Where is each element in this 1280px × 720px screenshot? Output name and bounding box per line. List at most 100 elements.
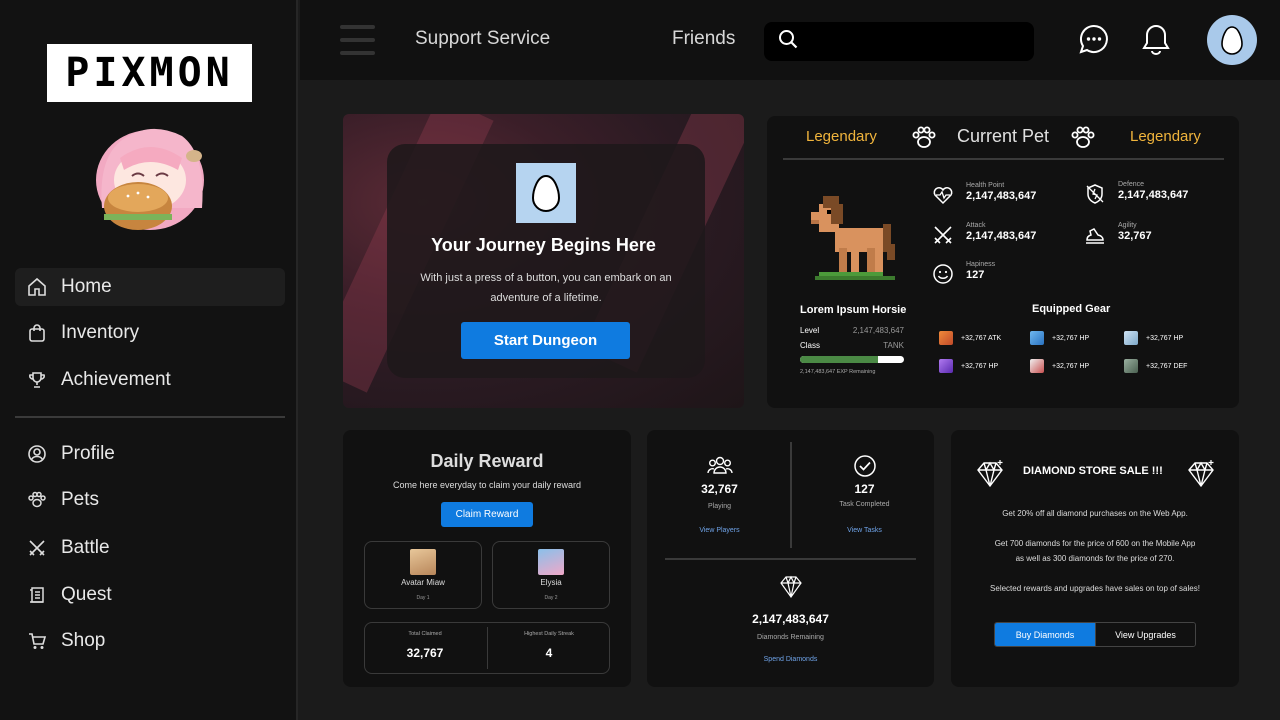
app-logo[interactable]: PIXMON — [47, 44, 252, 102]
sidebar-item-label: Profile — [61, 443, 115, 464]
sidebar-item-quest[interactable]: Quest — [15, 576, 285, 614]
sidebar-item-inventory[interactable]: Inventory — [15, 314, 285, 352]
stat-value: 2,147,483,647 — [1118, 189, 1189, 201]
exp-progress-bar — [800, 356, 904, 363]
gear-bonus: +32,767 DEF — [1146, 362, 1188, 370]
egg-icon — [531, 174, 561, 212]
streak-label: Highest Daily Streak — [524, 631, 574, 637]
bag-icon — [27, 323, 47, 343]
trophy-icon — [27, 370, 47, 390]
gear-item[interactable]: +32,767 HP — [1124, 331, 1183, 345]
search-input[interactable] — [808, 33, 1028, 50]
stat-label: Health Point — [966, 182, 1005, 189]
level-label: Level — [800, 326, 820, 335]
view-players-link[interactable]: View Players — [647, 527, 792, 534]
stat-value: 2,147,483,647 — [966, 190, 1037, 202]
store-button-group: Buy Diamonds View Upgrades — [994, 622, 1196, 647]
sidebar-item-label: Quest — [61, 584, 112, 605]
current-pet-title: Current Pet — [957, 126, 1050, 146]
spend-diamonds-link[interactable]: Spend Diamonds — [647, 656, 934, 663]
armor-icon — [1030, 331, 1044, 345]
sidebar-item-profile[interactable]: Profile — [15, 435, 285, 473]
pet-name: Lorem Ipsum Horsie — [800, 304, 907, 316]
reward-name: Avatar Miaw — [401, 578, 445, 587]
store-line: as well as 300 diamonds for the price of… — [1015, 554, 1175, 563]
stat-label: Hapiness — [966, 261, 996, 268]
user-avatar[interactable] — [1207, 15, 1257, 65]
reward-day-2[interactable]: Elysia Day 2 — [492, 541, 610, 609]
sidebar-item-label: Home — [61, 276, 112, 297]
stat-label: Defence — [1118, 181, 1145, 188]
staff-icon — [939, 331, 953, 345]
dagger-icon — [939, 359, 953, 373]
cat-avatar-image — [410, 549, 436, 575]
rarity-label: Legendary — [806, 128, 877, 145]
friends-link[interactable]: Friends — [672, 28, 735, 50]
egg-avatar-icon — [1221, 26, 1243, 55]
reward-totals: Total Claimed 32,767 Highest Daily Strea… — [364, 622, 610, 674]
chat-icon[interactable] — [1077, 22, 1111, 56]
sidebar-divider — [15, 416, 285, 418]
class-label: Class — [800, 341, 821, 350]
paw-icon — [1071, 126, 1095, 148]
buy-diamonds-button[interactable]: Buy Diamonds — [995, 623, 1095, 646]
paw-icon — [27, 490, 47, 510]
stat-label: Agility — [1118, 222, 1137, 229]
hero-card: Your Journey Begins Here With just a pre… — [343, 114, 744, 408]
sidebar-item-label: Shop — [61, 630, 106, 651]
sidebar-item-home[interactable]: Home — [15, 268, 285, 306]
gear-bonus: +32,767 HP — [1052, 362, 1090, 370]
sidebar: PIXMON Home Inventory Achievement Profil… — [0, 0, 298, 720]
totals-divider — [487, 627, 488, 669]
home-icon — [27, 277, 47, 297]
view-tasks-link[interactable]: View Tasks — [792, 527, 937, 534]
hero-title: Your Journey Begins Here — [431, 235, 656, 255]
sidebar-item-pets[interactable]: Pets — [15, 481, 285, 519]
start-dungeon-button[interactable]: Start Dungeon — [461, 322, 630, 359]
pet-horse-sprite — [811, 196, 895, 280]
reward-day: Day 2 — [544, 595, 558, 601]
gear-bonus: +32,767 HP — [1146, 334, 1184, 342]
search-bar[interactable] — [764, 22, 1034, 61]
running-shoe-icon — [1086, 228, 1104, 244]
paw-icon — [912, 126, 936, 148]
diamond-icon — [780, 575, 802, 599]
cart-icon — [27, 631, 47, 651]
tasks-label: Task Completed — [839, 501, 890, 508]
menu-icon[interactable] — [340, 25, 375, 55]
store-line: Get 700 diamonds for the price of 600 on… — [994, 539, 1196, 548]
shield-broken-icon — [1086, 184, 1104, 204]
swords-icon — [27, 538, 47, 558]
stat-value: 2,147,483,647 — [966, 230, 1037, 242]
stat-attack: Attack 2,147,483,647 — [932, 222, 1036, 246]
gear-bonus: +32,767 ATK — [961, 334, 1002, 342]
sidebar-item-label: Inventory — [61, 322, 140, 343]
group-icon — [707, 456, 733, 474]
sidebar-item-label: Battle — [61, 537, 110, 558]
bell-icon[interactable] — [1139, 22, 1173, 56]
hero-description: With just a press of a button, you can e… — [420, 272, 672, 304]
exp-progress-fill — [800, 356, 878, 363]
gear-item[interactable]: +32,767 HP — [1030, 359, 1089, 373]
sidebar-item-shop[interactable]: Shop — [15, 622, 285, 660]
reward-day-1[interactable]: Avatar Miaw Day 1 — [364, 541, 482, 609]
sidebar-item-achievement[interactable]: Achievement — [15, 361, 285, 399]
claim-reward-button[interactable]: Claim Reward — [441, 502, 533, 527]
view-upgrades-button[interactable]: View Upgrades — [1095, 623, 1195, 646]
shirt-icon — [1124, 331, 1138, 345]
pet-class-row: Class TANK — [800, 341, 904, 350]
class-value: TANK — [883, 341, 904, 350]
gear-item[interactable]: +32,767 DEF — [1124, 359, 1187, 373]
support-service-link[interactable]: Support Service — [415, 28, 550, 50]
scroll-icon — [27, 585, 47, 605]
gear-item[interactable]: +32,767 HP — [939, 359, 998, 373]
stat-value: 127 — [966, 269, 985, 281]
gear-item[interactable]: +32,767 ATK — [939, 331, 1001, 345]
check-circle-icon — [854, 455, 876, 477]
equipped-gear-title: Equipped Gear — [1032, 303, 1111, 315]
diamond-store-card: DIAMOND STORE SALE !!! Get 20% off all d… — [951, 430, 1239, 687]
swords-icon — [934, 226, 952, 244]
topbar: Support Service Friends — [300, 0, 1280, 80]
gear-item[interactable]: +32,767 HP — [1030, 331, 1089, 345]
sidebar-item-battle[interactable]: Battle — [15, 529, 285, 567]
